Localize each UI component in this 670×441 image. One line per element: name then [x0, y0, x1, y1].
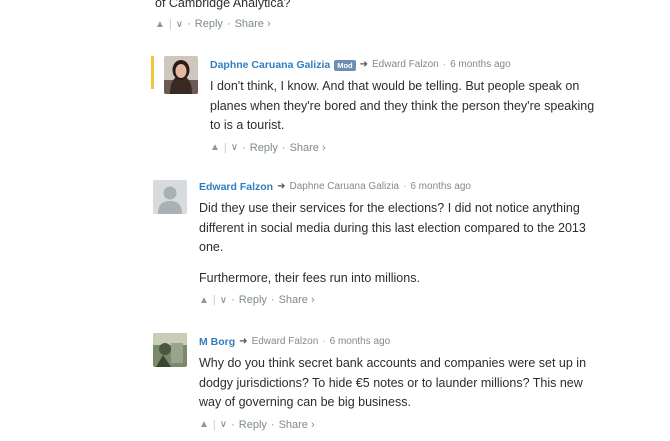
timestamp-link[interactable]: 6 months ago	[410, 180, 471, 194]
comment-header: M Borg ➜ Edward Falzon · 6 months ago	[199, 335, 649, 349]
comment-line: planes when they're bored and they think…	[210, 98, 595, 113]
comment-line: different in social media during this la…	[199, 220, 586, 235]
downvote-button[interactable]: ∨	[220, 419, 227, 430]
comment-line: one.	[199, 240, 224, 254]
reply-link[interactable]: Reply	[195, 18, 223, 30]
comment-text: Did they use their services for the elec…	[199, 199, 649, 288]
parent-author-link[interactable]: Edward Falzon	[252, 335, 319, 349]
separator-dot: ·	[242, 141, 246, 154]
comment: Edward Falzon ➜ Daphne Caruana Galizia ·…	[0, 176, 670, 316]
comment-header: Daphne Caruana Galizia Mod ➜ Edward Falz…	[210, 58, 650, 72]
downvote-button[interactable]: ∨	[220, 295, 227, 306]
separator-dot: ·	[270, 294, 275, 306]
share-link[interactable]: Share ›	[290, 142, 326, 154]
comment-line: to is a tourist.	[210, 118, 285, 132]
comment: Daphne Caruana Galizia Mod ➜ Edward Falz…	[0, 52, 670, 162]
share-link[interactable]: Share ›	[235, 18, 271, 30]
upvote-button[interactable]: ▲	[155, 19, 165, 30]
comment-actions: ▲ | ∨ · Reply · Share ›	[210, 139, 650, 157]
upvote-button[interactable]: ▲	[199, 419, 209, 430]
comment-actions: ▲ | ∨ · Reply · Share ›	[199, 416, 649, 434]
author-link[interactable]: Edward Falzon	[199, 180, 273, 194]
downvote-button[interactable]: ∨	[231, 142, 238, 153]
avatar[interactable]	[153, 180, 187, 214]
upvote-button[interactable]: ▲	[210, 142, 220, 153]
default-avatar-icon	[153, 180, 187, 214]
share-link[interactable]: Share ›	[279, 294, 315, 306]
timestamp-link[interactable]: 6 months ago	[330, 335, 391, 349]
parent-author-link[interactable]: Edward Falzon	[372, 58, 439, 72]
separator-dot: ·	[442, 59, 447, 70]
divider: |	[168, 18, 172, 30]
profile-photo-icon	[164, 56, 198, 94]
avatar[interactable]	[153, 333, 187, 367]
comment-actions: ▲ | ∨ · Reply · Share ›	[199, 291, 649, 309]
divider: |	[212, 294, 216, 306]
comment-line: Why do you think secret bank accounts an…	[199, 356, 587, 370]
separator-dot: ·	[403, 181, 407, 192]
reply-link[interactable]: Reply	[239, 419, 267, 431]
comment-line: Furthermore, their fees run into million…	[199, 270, 420, 285]
comment-thread: of Cambridge Analytica? ▲ | ∨ · Reply · …	[0, 0, 670, 441]
comment-line: I don't think, I know. And that would be…	[210, 79, 580, 93]
comment: M Borg ➜ Edward Falzon · 6 months ago Wh…	[0, 331, 670, 441]
divider: |	[212, 418, 216, 431]
comment-text: Why do you think secret bank accounts an…	[199, 354, 649, 413]
reply-arrow-icon: ➜	[239, 336, 248, 347]
mod-badge: Mod	[334, 59, 356, 71]
author-link[interactable]: M Borg	[199, 335, 235, 349]
separator-dot: ·	[226, 18, 231, 30]
upvote-button[interactable]: ▲	[199, 295, 209, 306]
reply-link[interactable]: Reply	[250, 142, 278, 154]
moderator-highlight-bar	[151, 56, 154, 89]
downvote-button[interactable]: ∨	[176, 19, 183, 30]
separator-dot: ·	[187, 18, 191, 30]
profile-photo-icon	[153, 333, 187, 367]
comment-line: dodgy jurisdictions? To hide €5 notes or…	[199, 375, 583, 390]
author-link[interactable]: Daphne Caruana Galizia	[210, 58, 330, 72]
separator-dot: ·	[270, 418, 275, 431]
separator-dot: ·	[322, 336, 326, 347]
separator-dot: ·	[281, 141, 286, 154]
comment-text: I don't think, I know. And that would be…	[210, 77, 650, 136]
comment-line: way of governing can be big business.	[199, 395, 411, 409]
reply-arrow-icon: ➜	[359, 59, 369, 70]
share-link[interactable]: Share ›	[279, 419, 315, 431]
divider: |	[223, 141, 227, 154]
timestamp-link[interactable]: 6 months ago	[450, 58, 511, 72]
previous-comment-fragment: of Cambridge Analytica? ▲ | ∨ · Reply · …	[155, 0, 635, 33]
comment-text: of Cambridge Analytica?	[155, 0, 291, 10]
separator-dot: ·	[231, 294, 235, 306]
comment-header: Edward Falzon ➜ Daphne Caruana Galizia ·…	[199, 180, 649, 194]
reply-link[interactable]: Reply	[239, 294, 267, 306]
avatar[interactable]	[164, 56, 198, 94]
separator-dot: ·	[231, 418, 235, 431]
parent-author-link[interactable]: Daphne Caruana Galizia	[289, 180, 399, 194]
comment-line: Did they use their services for the elec…	[199, 201, 580, 215]
comment-actions: ▲ | ∨ · Reply · Share ›	[155, 15, 635, 33]
reply-arrow-icon: ➜	[277, 181, 286, 192]
